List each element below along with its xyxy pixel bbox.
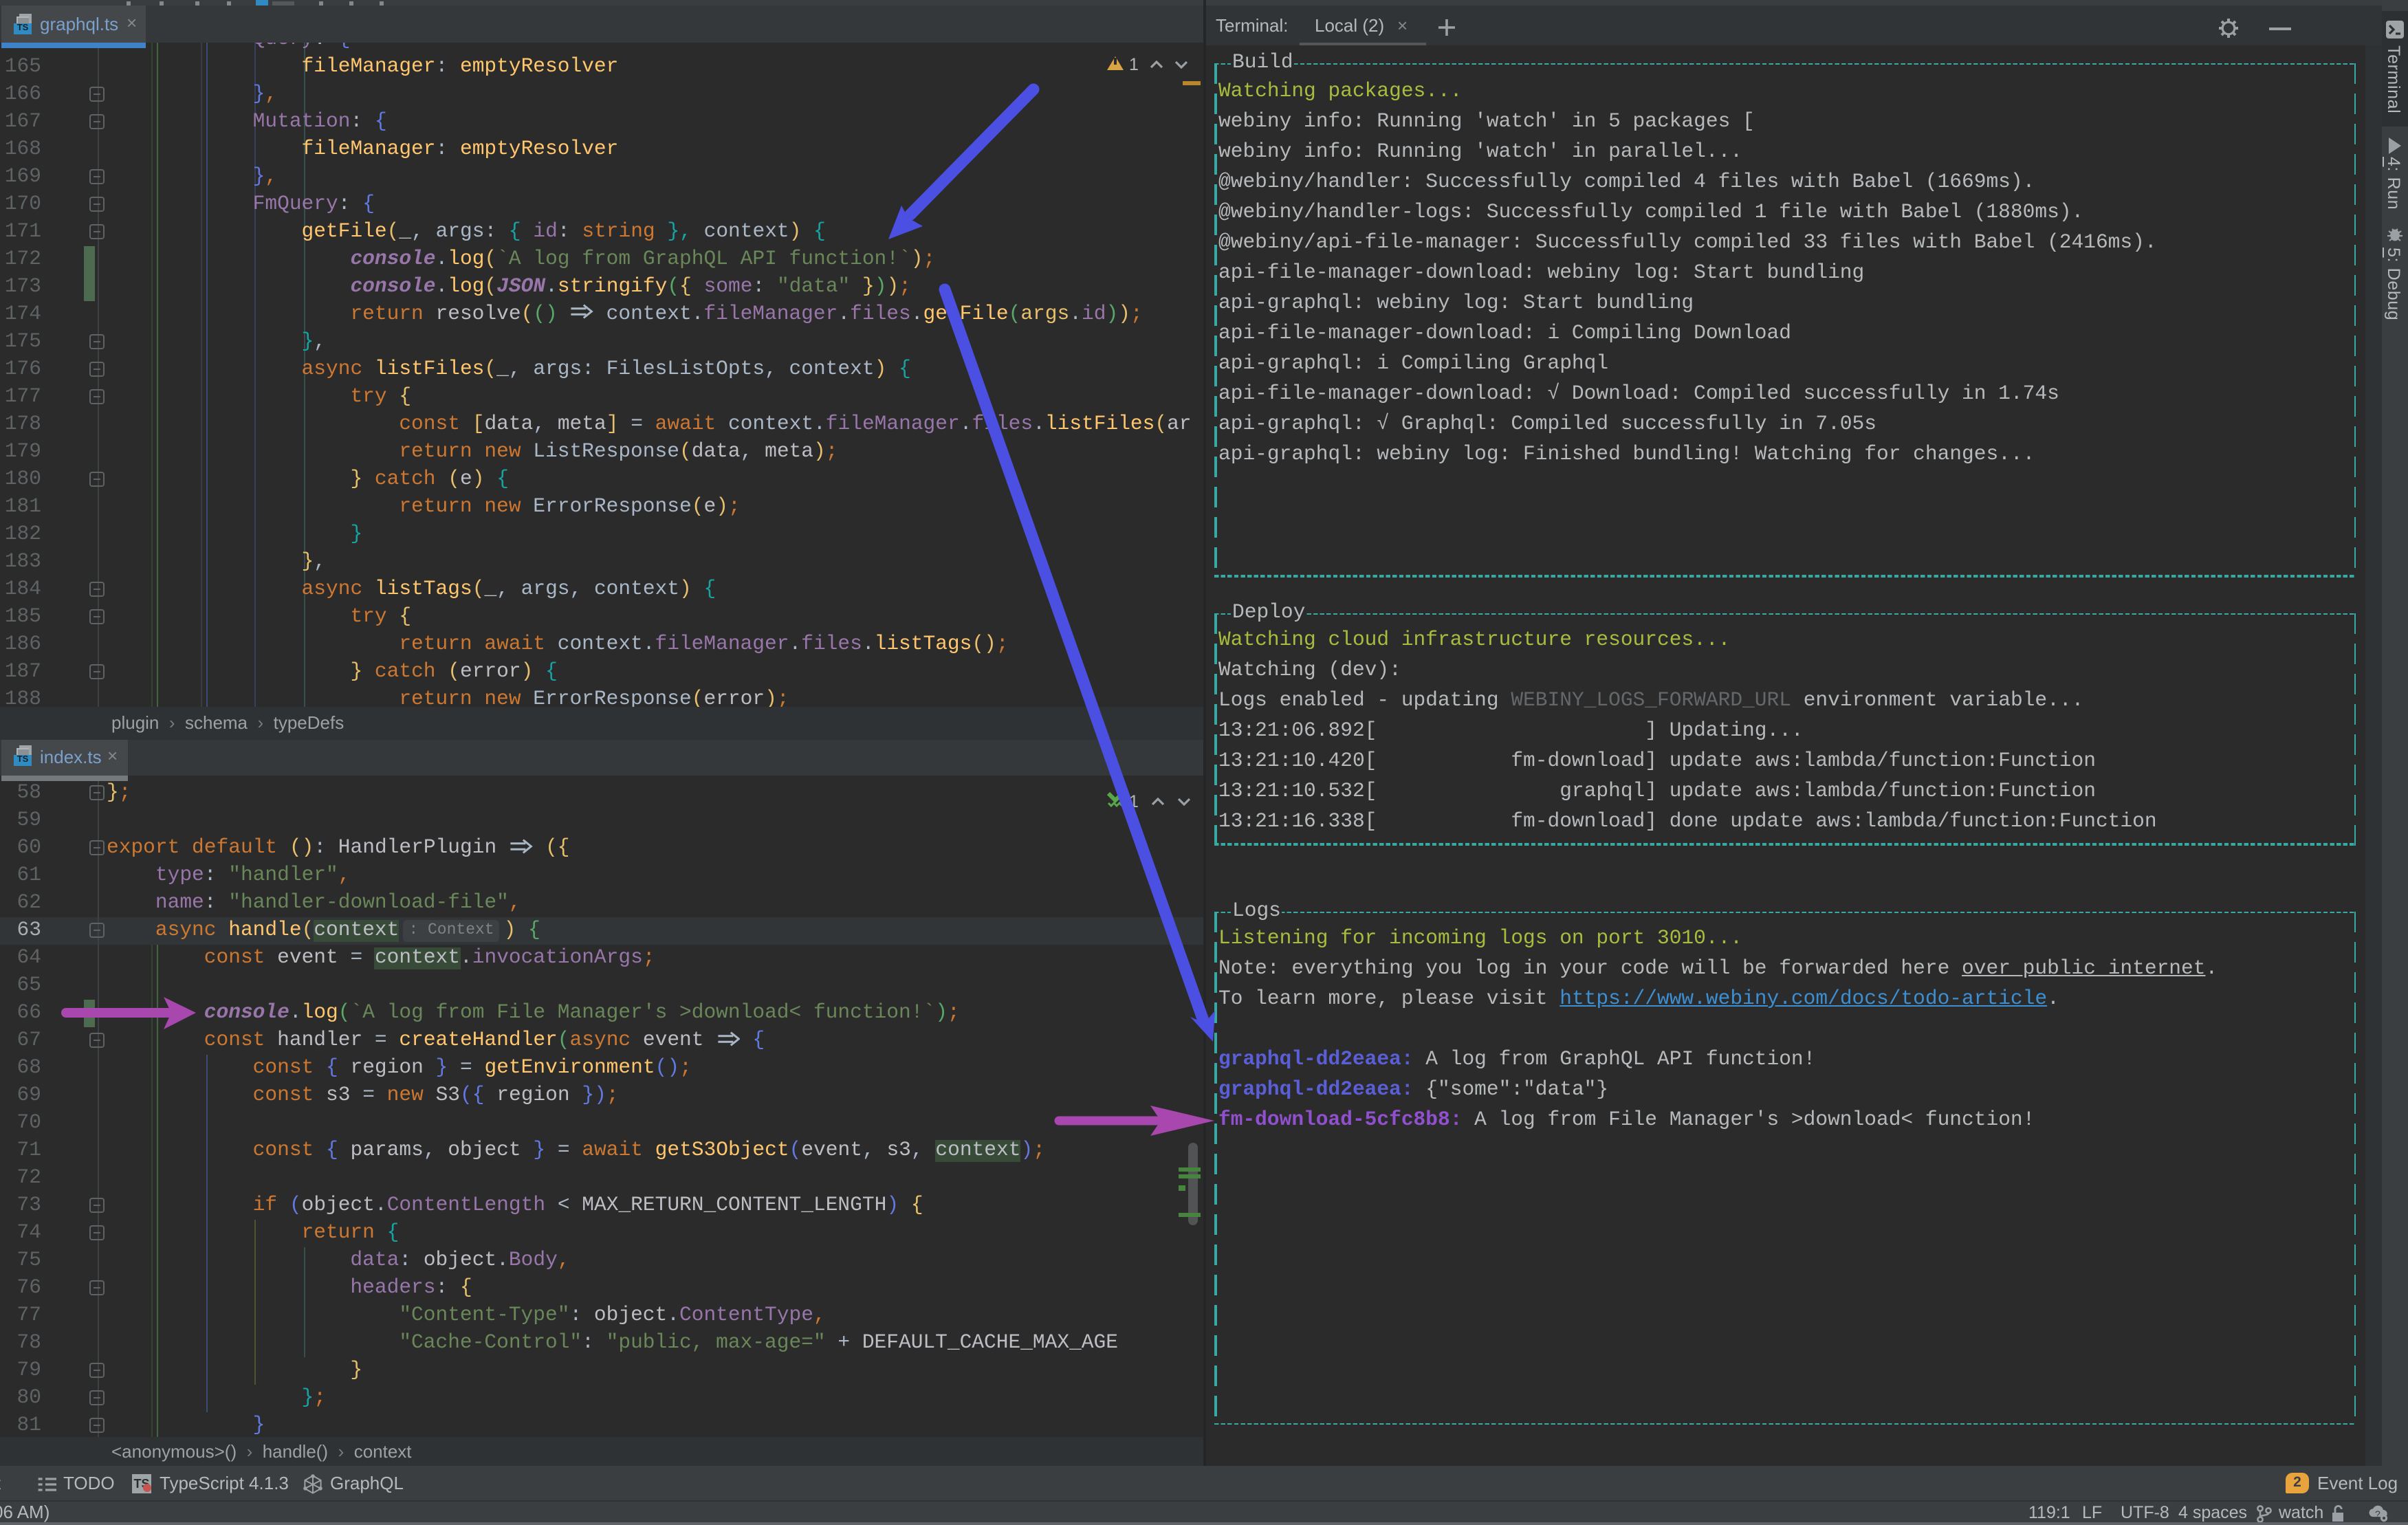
svg-text:?: ? <box>2375 1508 2380 1519</box>
